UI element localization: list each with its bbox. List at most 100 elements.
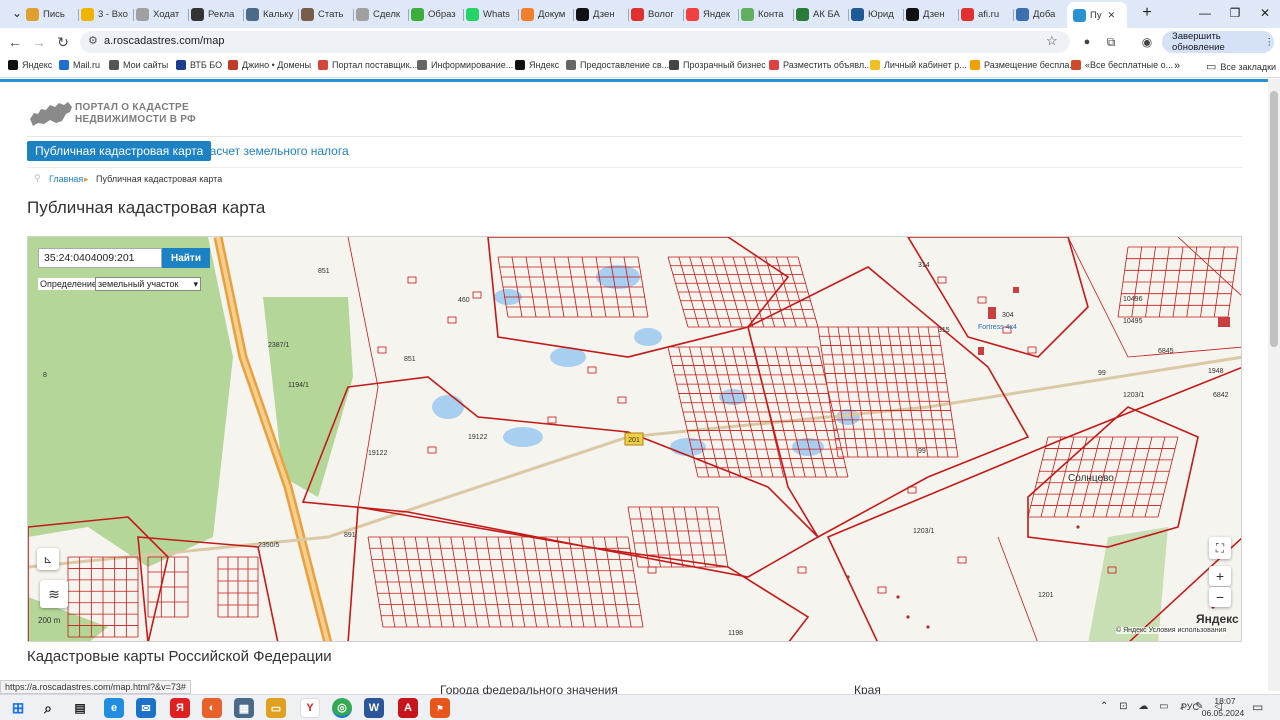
browser-tab[interactable]: Сделк bbox=[356, 4, 406, 24]
tab-favicon-icon bbox=[906, 7, 919, 21]
scrollbar-thumb[interactable] bbox=[1270, 91, 1278, 347]
page-title: Публичная кадастровая карта bbox=[27, 198, 266, 217]
browser-tab[interactable]: Кальку bbox=[246, 4, 296, 24]
bookmark-item[interactable]: Прозрачный бизнес bbox=[669, 60, 766, 70]
nav-public-cadastral-map[interactable]: Публичная кадастровая карта bbox=[27, 141, 212, 161]
mail-icon[interactable]: ✉ bbox=[136, 698, 156, 718]
browser-tab[interactable]: Ходат bbox=[136, 4, 186, 24]
chrome-icon[interactable]: ◎ bbox=[332, 698, 352, 718]
firefox-icon[interactable]: ◐ bbox=[202, 698, 222, 718]
map-attribution[interactable]: © Яндекс Условия использования bbox=[1116, 627, 1227, 634]
clock-date[interactable]: 06.05.2024 bbox=[1198, 708, 1248, 718]
zoom-in-button[interactable]: + bbox=[1209, 566, 1231, 586]
back-arrow-icon[interactable]: ← bbox=[4, 32, 26, 52]
parcel-number-label: 6845 bbox=[1158, 348, 1174, 355]
browser-tab[interactable]: АК БА bbox=[796, 4, 846, 24]
forward-arrow-icon[interactable]: → bbox=[28, 32, 50, 52]
browser-tab[interactable]: Дзен bbox=[906, 4, 956, 24]
bookmark-item[interactable]: Разместить объявл... bbox=[769, 60, 872, 70]
zoom-out-button[interactable]: − bbox=[1209, 587, 1231, 607]
bookmark-item[interactable]: Информирование... bbox=[417, 60, 513, 70]
bookmark-item[interactable]: Джино • Домены bbox=[228, 60, 311, 70]
browser-tab[interactable]: afi.ru bbox=[961, 4, 1011, 24]
definition-select[interactable]: земельный участок ▾ bbox=[95, 277, 201, 291]
bookmark-item[interactable]: Яндекс bbox=[515, 60, 559, 70]
file-explorer-icon[interactable]: ▭ bbox=[266, 698, 286, 718]
browser-tab[interactable]: Образ bbox=[411, 4, 461, 24]
bookmark-item[interactable]: Mail.ru bbox=[59, 60, 100, 70]
calculator-icon[interactable]: ▦ bbox=[234, 698, 254, 718]
extension-icon[interactable]: ● bbox=[1076, 32, 1098, 52]
bookmark-item[interactable]: «Все бесплатные о... bbox=[1071, 60, 1173, 70]
browser-tab[interactable]: Дзен bbox=[576, 4, 626, 24]
breadcrumb-home[interactable]: Главная bbox=[49, 174, 83, 184]
cadastral-map[interactable]: 201 19122 19122 1194/1 1203/1 1203/1 1201 1198 8… bbox=[27, 236, 1242, 642]
reload-icon[interactable]: ↻ bbox=[52, 32, 74, 52]
all-bookmarks[interactable]: ▭ Все закладки bbox=[1206, 60, 1276, 73]
tab-label: АК БА bbox=[813, 8, 840, 20]
bookmarks-overflow-icon[interactable]: » bbox=[1174, 60, 1180, 72]
address-bar[interactable]: ⚙ a.roscadastres.com/map ☆ bbox=[80, 31, 1070, 53]
bookmark-item[interactable]: ВТБ БО bbox=[176, 60, 222, 70]
language-indicator[interactable]: РУС bbox=[1181, 702, 1199, 712]
bookmark-favicon-icon bbox=[515, 60, 525, 70]
minimize-icon[interactable]: — bbox=[1192, 4, 1218, 22]
layers-icon[interactable]: ≋ bbox=[40, 580, 68, 608]
browser-tab[interactable]: Пись bbox=[26, 4, 76, 24]
find-button[interactable]: Найти bbox=[162, 248, 210, 268]
browser-tab[interactable]: 3 - Вхо bbox=[81, 4, 131, 24]
close-window-icon[interactable]: ✕ bbox=[1252, 4, 1278, 22]
browser-tab[interactable]: Юрид bbox=[851, 4, 901, 24]
fullscreen-icon[interactable]: ⛶ bbox=[1209, 537, 1231, 559]
browser-tab[interactable]: Рекла bbox=[191, 4, 241, 24]
yandex-browser-icon[interactable]: Я bbox=[170, 698, 190, 718]
update-button-label: Завершить обновление bbox=[1172, 31, 1225, 53]
map-canvas[interactable]: 201 19122 19122 1194/1 1203/1 1203/1 1201 1198 8… bbox=[28, 237, 1242, 642]
browser-tab[interactable]: Пу ✕ bbox=[1067, 2, 1127, 28]
bookmark-label: Мои сайты bbox=[123, 60, 169, 70]
bookmark-item[interactable]: Яндекс bbox=[8, 60, 52, 70]
bookmark-item[interactable]: Портал поставщик... bbox=[318, 60, 417, 70]
new-tab-button[interactable]: + bbox=[1134, 4, 1160, 22]
restore-icon[interactable]: ❐ bbox=[1222, 4, 1248, 22]
task-view-icon[interactable]: ▤ bbox=[70, 698, 90, 718]
update-button[interactable]: Завершить обновление ⋮ bbox=[1162, 31, 1274, 53]
site-info-icon[interactable]: ⚙ bbox=[88, 34, 98, 47]
tab-label: Яндек bbox=[703, 8, 731, 20]
bookmark-favicon-icon bbox=[228, 60, 238, 70]
windows-start-icon[interactable]: ⊞ bbox=[8, 698, 28, 718]
bookmark-item[interactable]: Предоставление св... bbox=[566, 60, 669, 70]
road-number-label: 201 bbox=[628, 437, 640, 444]
address-text[interactable]: a.roscadastres.com/map bbox=[104, 35, 224, 47]
acrobat-icon[interactable]: A bbox=[398, 698, 418, 718]
notifications-icon[interactable]: ▭ bbox=[1252, 700, 1263, 714]
browser-tab[interactable]: Докум bbox=[521, 4, 571, 24]
word-icon[interactable]: W bbox=[364, 698, 384, 718]
browser-tab[interactable]: Whats bbox=[466, 4, 516, 24]
page-scrollbar[interactable] bbox=[1268, 79, 1280, 691]
bookmark-item[interactable]: Личный кабинет р... bbox=[870, 60, 967, 70]
puzzle-icon[interactable]: ⧉ bbox=[1100, 32, 1122, 52]
bookmark-item[interactable]: Мои сайты bbox=[109, 60, 168, 70]
bookmark-item[interactable]: Размещение беспла... bbox=[970, 60, 1077, 70]
browser-tab[interactable]: Доба bbox=[1016, 4, 1066, 24]
definition-select-value: земельный участок bbox=[98, 279, 179, 289]
cadastral-search-input[interactable]: 35:24:0404009:201 bbox=[38, 248, 162, 268]
edge-icon[interactable]: e bbox=[104, 698, 124, 718]
browser-tab[interactable]: Яндек bbox=[686, 4, 736, 24]
nav-land-tax[interactable]: Расчет земельного налога bbox=[202, 141, 349, 161]
clock-time[interactable]: 18:07 bbox=[1205, 696, 1245, 706]
yandex-icon[interactable]: Y bbox=[300, 698, 320, 718]
browser-tab[interactable]: Стать bbox=[301, 4, 351, 24]
ruler-icon[interactable]: ⊾ bbox=[37, 548, 59, 570]
all-bookmarks-label: Все закладки bbox=[1220, 61, 1277, 72]
bookmark-label: Прозрачный бизнес bbox=[683, 60, 766, 70]
browser-tab[interactable]: Конта bbox=[741, 4, 791, 24]
search-icon[interactable]: ⌕ bbox=[38, 698, 58, 718]
close-tab-icon[interactable]: ✕ bbox=[1108, 10, 1116, 21]
profile-icon[interactable]: ◉ bbox=[1136, 32, 1158, 52]
bookmark-star-icon[interactable]: ☆ bbox=[1046, 33, 1058, 49]
app-icon[interactable]: ⚑ bbox=[430, 698, 450, 718]
parcel-number-label: 460 bbox=[458, 297, 470, 304]
browser-tab[interactable]: Волог bbox=[631, 4, 681, 24]
